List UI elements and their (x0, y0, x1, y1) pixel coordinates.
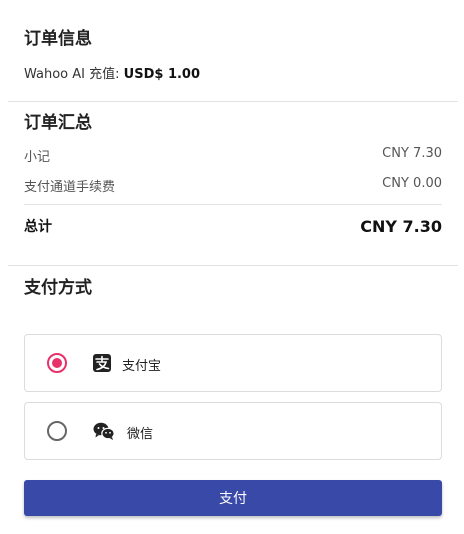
pay-button[interactable]: 支付 (24, 480, 442, 516)
summary-row-subtotal: 小记 CNY 7.30 (24, 146, 442, 165)
section-divider (8, 101, 458, 102)
wechat-icon (93, 421, 115, 441)
radio-unselected-icon[interactable] (47, 421, 67, 441)
order-info-title: 订单信息 (24, 29, 92, 49)
radio-selected-icon[interactable] (47, 353, 67, 373)
payment-option-label: 支付宝 (122, 359, 162, 374)
order-product-name: Wahoo AI 充值: (24, 67, 120, 82)
summary-total-row: 总计 CNY 7.30 (24, 216, 442, 236)
summary-row-label: 小记 (24, 150, 51, 165)
payment-option-wechat[interactable]: 微信 (24, 402, 442, 460)
total-label: 总计 (24, 219, 52, 235)
summary-row-value: CNY 0.00 (382, 176, 442, 191)
summary-row-fee: 支付通道手续费 CNY 0.00 (24, 176, 442, 195)
payment-method-title: 支付方式 (24, 278, 92, 298)
payment-option-label: 微信 (127, 427, 154, 442)
summary-row-value: CNY 7.30 (382, 146, 442, 161)
order-product-line: Wahoo AI 充值: USD$ 1.00 (24, 63, 200, 82)
summary-row-label: 支付通道手续费 (24, 180, 116, 195)
payment-option-alipay[interactable]: 支付宝 (24, 334, 442, 392)
total-value: CNY 7.30 (360, 216, 442, 236)
order-summary-title: 订单汇总 (24, 113, 92, 133)
order-amount: USD$ 1.00 (123, 67, 201, 82)
alipay-icon (92, 353, 112, 373)
summary-divider (24, 204, 442, 205)
section-divider (8, 265, 458, 266)
